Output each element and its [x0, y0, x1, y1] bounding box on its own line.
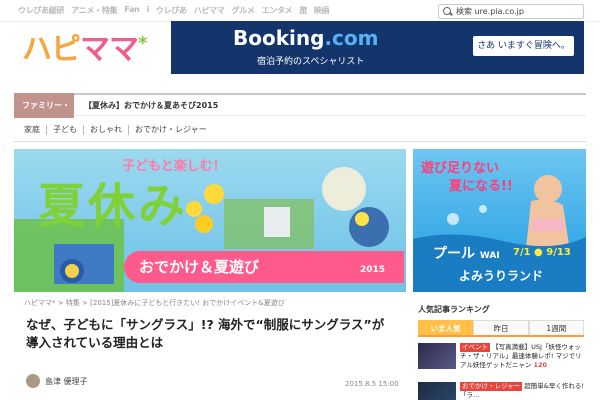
- hero-title: 夏休み: [38, 179, 188, 234]
- booking-ad-banner[interactable]: Booking.com 宿泊予約のスペシャリスト さあ いますぐ冒険へ。: [171, 21, 584, 74]
- booking-subtitle: 宿泊予約のスペシャリスト: [257, 57, 365, 67]
- hero-subtitle: おでかけ＆夏遊び: [139, 258, 260, 276]
- pool-ad-banner[interactable]: 遊び足りない 夏になる!! プール WAI 7/1 ● 9/13 よみうりランド: [413, 149, 586, 292]
- ranking-tabs: いま人気 昨日 1週間: [418, 320, 584, 337]
- site-links: ウレぴあ総研 アニメ・特集 Fan i ウレぴあ ハピママ グルメ エンタメ 旅…: [18, 5, 330, 16]
- pool-ad-name: プール WAI: [433, 246, 500, 262]
- nav-link[interactable]: i: [146, 5, 149, 16]
- hero-feature-image[interactable]: 子どもと楽しむ！ 夏休み おでかけ＆夏遊び 2015: [14, 149, 406, 292]
- ranking-thumbnail: [418, 382, 456, 400]
- nav-link[interactable]: ハピママ: [194, 5, 225, 16]
- category-tab-family[interactable]: ファミリー・: [14, 93, 74, 118]
- tab-yesterday[interactable]: 昨日: [473, 320, 529, 335]
- tab-popular-now[interactable]: いま人気: [418, 320, 474, 335]
- logo-star-icon: *: [138, 33, 147, 54]
- section-divider: [14, 141, 586, 142]
- pool-ad-line2: 夏になる!!: [449, 179, 513, 194]
- ranking-item[interactable]: おでかけ・レジャー 超簡単&早く作れる!「ラ…: [418, 380, 584, 400]
- category-title[interactable]: 【夏休み】おでかけ＆夏あそび2015: [84, 100, 218, 111]
- booking-cta-button[interactable]: さあ いますぐ冒険へ。: [473, 36, 574, 56]
- nav-link[interactable]: Fan: [124, 5, 140, 16]
- article-breadcrumb[interactable]: ハピママ* > 特集 > [2015]夏休みに子どもと行きたい! おでかけイベン…: [24, 298, 285, 308]
- category-bar: ファミリー・ 【夏休み】おでかけ＆夏あそび2015: [14, 93, 586, 118]
- article-headline[interactable]: なぜ、子どもに「サングラス」!? 海外で“制服にサングラス”が導入されている理由…: [26, 316, 396, 352]
- search-placeholder: 検索 ure.pia.co.jp: [456, 7, 524, 16]
- search-icon: [442, 5, 454, 18]
- site-logo[interactable]: ハピママ*: [22, 24, 147, 68]
- subnav-item[interactable]: おしゃれ: [90, 124, 122, 135]
- tab-week[interactable]: 1週間: [528, 320, 584, 335]
- article-author[interactable]: 島津 優理子: [26, 374, 88, 388]
- hero-year: 2015: [360, 265, 386, 275]
- top-nav-bar: ウレぴあ総研 アニメ・特集 Fan i ウレぴあ ハピママ グルメ エンタメ 旅…: [0, 0, 600, 22]
- like-count: 120: [533, 361, 548, 369]
- article-date: 2015.8.5 15:00: [345, 380, 399, 388]
- nav-link[interactable]: エンタメ: [262, 5, 293, 16]
- subnav-separator: [46, 124, 47, 135]
- nav-link[interactable]: グルメ: [232, 5, 255, 16]
- nav-link[interactable]: アニメ・特集: [71, 5, 117, 16]
- booking-brand: Booking.com: [233, 26, 379, 50]
- search-input[interactable]: 検索 ure.pia.co.jp: [438, 4, 584, 19]
- subnav-item[interactable]: 家庭: [24, 124, 40, 135]
- ranking-item-text: おでかけ・レジャー 超簡単&早く作れる!「ラ…: [460, 382, 584, 399]
- subnav: 家庭 子ども おしゃれ おでかけ・レジャー: [24, 124, 207, 135]
- ranking-tag: おでかけ・レジャー: [460, 382, 523, 391]
- nav-link[interactable]: ウレぴあ: [156, 5, 187, 16]
- ranking-item-text: イベント 【写真満載】USJ「妖怪ウォッチ・ザ・リアル」最速体験レポ! マジでリ…: [460, 343, 582, 369]
- ranking-title: 人気記事ランキング: [418, 305, 490, 314]
- subnav-separator: [83, 124, 84, 135]
- subnav-item[interactable]: 子ども: [53, 124, 77, 135]
- pool-ad-line1: 遊び足りない: [421, 161, 500, 176]
- nav-link[interactable]: 旅: [299, 5, 307, 16]
- subnav-separator: [128, 124, 129, 135]
- ranking-tag: イベント: [460, 343, 490, 352]
- pool-ad-brand: よみうりランド: [459, 269, 544, 283]
- author-name: 島津 優理子: [45, 376, 88, 386]
- nav-link[interactable]: ウレぴあ総研: [18, 5, 65, 16]
- avatar: [26, 374, 40, 388]
- ranking-thumbnail: [418, 343, 456, 369]
- ranking-item[interactable]: イベント 【写真満載】USJ「妖怪ウォッチ・ザ・リアル」最速体験レポ! マジでリ…: [418, 341, 584, 371]
- pool-ad-dates: 7/1 ● 9/13: [513, 247, 571, 258]
- nav-link[interactable]: 映画: [314, 5, 330, 16]
- subnav-item[interactable]: おでかけ・レジャー: [135, 124, 207, 135]
